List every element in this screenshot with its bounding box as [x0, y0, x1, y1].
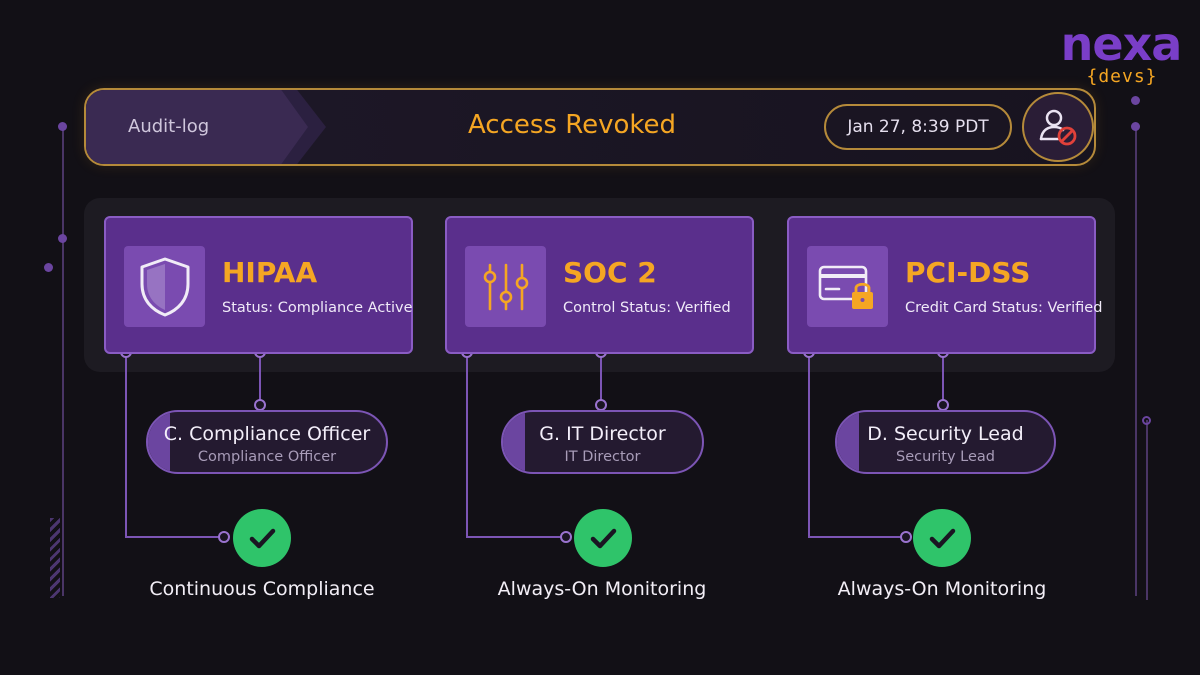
result-label: Continuous Compliance: [149, 578, 375, 600]
result-label: Always-On Monitoring: [837, 578, 1047, 600]
check-badge: [913, 509, 971, 567]
card-title: HIPAA: [222, 256, 318, 289]
owner-pill-compliance-officer[interactable]: C. Compliance Officer Compliance Officer: [146, 410, 388, 474]
card-status: Status: Compliance Active: [222, 300, 413, 316]
card-icon-tile: [124, 246, 205, 327]
card-status: Control Status: Verified: [563, 300, 731, 316]
checkmark-icon: [590, 528, 617, 549]
compliance-card-soc2[interactable]: SOC 2 Control Status: Verified: [445, 216, 754, 354]
owner-pill-security-lead[interactable]: D. Security Lead Security Lead: [835, 410, 1056, 474]
result-label: Always-On Monitoring: [497, 578, 707, 600]
owner-name: D. Security Lead: [867, 423, 1024, 445]
owner-role: IT Director: [564, 449, 641, 465]
card-icon-tile: [465, 246, 546, 327]
owner-name: C. Compliance Officer: [163, 423, 371, 445]
card-icon-tile: [807, 246, 888, 327]
card-title: PCI-DSS: [905, 256, 1031, 289]
shield-icon: [140, 257, 189, 316]
owner-role: Security Lead: [896, 449, 995, 465]
owner-name: G. IT Director: [539, 423, 666, 445]
check-badge: [233, 509, 291, 567]
checkmark-icon: [929, 528, 956, 549]
card-status: Credit Card Status: Verified: [905, 300, 1103, 316]
checkmark-icon: [249, 528, 276, 549]
compliance-card-hipaa[interactable]: HIPAA Status: Compliance Active: [104, 216, 413, 354]
owner-pill-it-director[interactable]: G. IT Director IT Director: [501, 410, 704, 474]
check-badge: [574, 509, 632, 567]
owner-role: Compliance Officer: [197, 449, 337, 465]
compliance-card-pci-dss[interactable]: PCI-DSS Credit Card Status: Verified: [787, 216, 1102, 354]
card-title: SOC 2: [563, 256, 657, 289]
sliders-icon: [483, 263, 528, 310]
credit-card-lock-icon: [818, 265, 873, 309]
